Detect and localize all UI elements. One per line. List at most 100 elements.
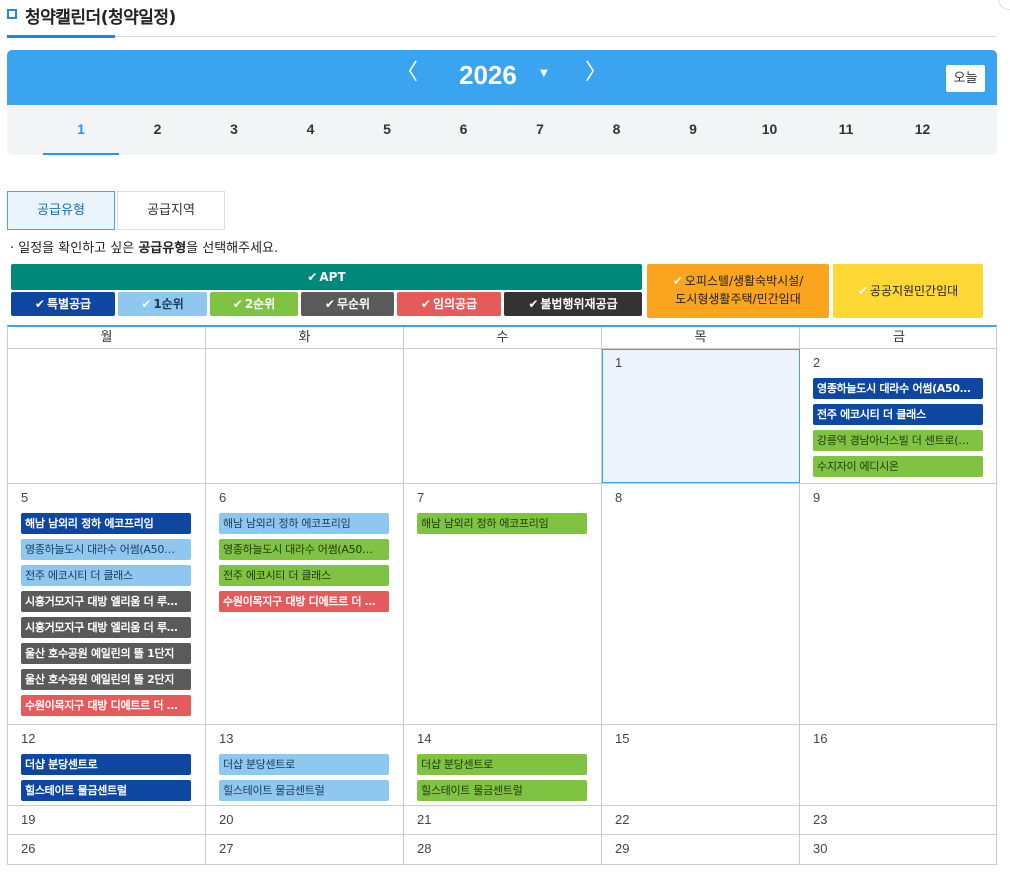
calendar-event[interactable]: 강릉역 경남아너스빌 더 센트로(…	[813, 430, 983, 451]
calendar-week: 12 더샵 분당센트로 힐스테이트 물금센트럴 13 더샵 분당센트로 힐스테이트 물금센…	[8, 725, 996, 806]
prev-year-arrow-icon[interactable]: 〈	[392, 58, 422, 90]
month-tab-8[interactable]: 8	[579, 105, 655, 155]
weekday-header: 월	[8, 327, 206, 348]
calendar-day[interactable]: 19	[8, 806, 206, 834]
calendar-event[interactable]: 전주 에코시티 더 클래스	[219, 565, 389, 586]
calendar-day[interactable]: 22	[602, 806, 800, 834]
calendar-day[interactable]: 21	[404, 806, 602, 834]
calendar-day[interactable]: 23	[800, 806, 998, 834]
day-number: 21	[417, 812, 432, 827]
day-number: 27	[219, 841, 234, 856]
calendar-day[interactable]	[206, 349, 404, 483]
calendar-day[interactable]: 12 더샵 분당센트로 힐스테이트 물금센트럴	[8, 725, 206, 805]
calendar-day[interactable]: 2 영종하늘도시 대라수 어썸(A50… 전주 에코시티 더 클래스 강릉역 경남아너…	[800, 349, 998, 483]
calendar-day[interactable]: 15	[602, 725, 800, 805]
calendar-event[interactable]: 울산 호수공원 예일린의 뜰 1단지	[21, 643, 191, 664]
calendar-event[interactable]: 더샵 분당센트로	[21, 754, 191, 775]
calendar-day[interactable]: 29	[602, 835, 800, 864]
day-number: 14	[417, 731, 432, 746]
filter-first[interactable]: ✔ 1순위	[118, 292, 207, 316]
filter-apt[interactable]: ✔ APT	[11, 264, 642, 290]
calendar-day[interactable]: 1	[602, 349, 800, 483]
check-icon: ✔	[307, 270, 318, 284]
calendar-event[interactable]: 전주 에코시티 더 클래스	[21, 565, 191, 586]
month-tab-7[interactable]: 7	[502, 105, 578, 155]
day-number: 7	[417, 490, 425, 505]
filter-second[interactable]: ✔ 2순위	[210, 292, 298, 316]
day-number: 29	[615, 841, 630, 856]
calendar-day[interactable]: 6 해남 남외리 정하 에코프리임 영종하늘도시 대라수 어썸(A50… 전주 에코시…	[206, 484, 404, 724]
calendar-event[interactable]: 전주 에코시티 더 클래스	[813, 404, 983, 425]
calendar-event[interactable]: 힐스테이트 물금센트럴	[219, 780, 389, 801]
calendar-day[interactable]: 27	[206, 835, 404, 864]
calendar-body: 1 2 영종하늘도시 대라수 어썸(A50… 전주 에코시티 더 클래스 강릉역 경남아…	[8, 349, 996, 864]
check-icon: ✔	[34, 297, 45, 311]
tab-supply-type[interactable]: 공급유형	[7, 191, 115, 230]
calendar-event[interactable]: 더샵 분당센트로	[417, 754, 587, 775]
day-number: 22	[615, 812, 630, 827]
month-tab-9[interactable]: 9	[655, 105, 731, 155]
calendar-day[interactable]: 7 해남 남외리 정하 에코프리임	[404, 484, 602, 724]
calendar-event[interactable]: 울산 호수공원 예일린의 뜰 2단지	[21, 669, 191, 690]
calendar-day[interactable]: 14 더샵 분당센트로힐스테이트 물금센트럴	[404, 725, 602, 805]
year-select[interactable]: 2026 ▼	[453, 58, 563, 94]
calendar-day[interactable]: 28	[404, 835, 602, 864]
filter-random[interactable]: ✔ 임의공급	[397, 292, 501, 316]
calendar-day[interactable]: 20	[206, 806, 404, 834]
calendar-event[interactable]: 해남 남외리 정하 에코프리임	[219, 513, 389, 534]
calendar-day[interactable]: 8	[602, 484, 800, 724]
day-number: 16	[813, 731, 828, 746]
calendar-day[interactable]: 13 더샵 분당센트로 힐스테이트 물금센트럴	[206, 725, 404, 805]
calendar-event[interactable]: 수지자이 에디시온	[813, 456, 983, 477]
calendar-day[interactable]: 5 해남 남외리 정하 에코프리임영종하늘도시 대라수 어썸(A50… 전주 에코시…	[8, 484, 206, 724]
calendar-event[interactable]: 시흥거모지구 대방 엘리움 더 루…	[21, 617, 191, 638]
calendar-day[interactable]: 30	[800, 835, 998, 864]
month-tab-2[interactable]: 2	[120, 105, 196, 155]
month-tab-11[interactable]: 11	[808, 105, 884, 155]
filter-special[interactable]: ✔ 특별공급	[11, 292, 115, 316]
calendar-event[interactable]: 해남 남외리 정하 에코프리임	[21, 513, 191, 534]
month-tab-6[interactable]: 6	[426, 105, 502, 155]
day-number: 5	[21, 490, 29, 505]
day-number: 26	[21, 841, 36, 856]
filter-none[interactable]: ✔ 무순위	[301, 292, 394, 316]
day-number: 23	[813, 812, 828, 827]
calendar-event[interactable]: 힐스테이트 물금센트럴	[417, 780, 587, 801]
caret-down-icon: ▼	[540, 68, 548, 79]
calendar-day[interactable]	[8, 349, 206, 483]
check-icon: ✔	[141, 297, 152, 311]
calendar-event[interactable]: 해남 남외리 정하 에코프리임	[417, 513, 587, 534]
calendar-event[interactable]: 힐스테이트 물금센트럴	[21, 780, 191, 801]
filter-officetel[interactable]: ✔ 오피스텔/생활숙박시설/ 도시형생활주택/민간임대	[647, 264, 829, 318]
month-tab-10[interactable]: 10	[732, 105, 808, 155]
calendar-event[interactable]: 수원이목지구 대방 디에트르 더 …	[219, 591, 389, 612]
calendar-event[interactable]: 더샵 분당센트로	[219, 754, 389, 775]
tab-supply-region[interactable]: 공급지역	[117, 191, 225, 230]
calendar-day[interactable]: 16	[800, 725, 998, 805]
scroll-top-icon[interactable]	[998, 0, 1010, 10]
square-bullet-icon	[7, 9, 17, 19]
day-number: 19	[21, 812, 36, 827]
calendar-day[interactable]: 9	[800, 484, 998, 724]
month-tab-1[interactable]: 1	[43, 105, 119, 155]
calendar-week: 19 20 21 22 23	[8, 806, 996, 835]
calendar-event[interactable]: 시흥거모지구 대방 엘리움 더 루…	[21, 591, 191, 612]
weekday-header: 목	[602, 327, 800, 348]
calendar-day[interactable]: 26	[8, 835, 206, 864]
day-number	[219, 355, 393, 373]
today-button[interactable]: 오늘	[946, 65, 985, 92]
month-tab-12[interactable]: 12	[885, 105, 961, 155]
calendar-day[interactable]	[404, 349, 602, 483]
month-bar: 1 2 3 4 5 6 7 8 9 10 11 12	[7, 105, 997, 155]
calendar-event[interactable]: 영종하늘도시 대라수 어썸(A50…	[21, 539, 191, 560]
filter-public[interactable]: ✔ 공공지원민간임대	[833, 264, 983, 318]
calendar-event[interactable]: 영종하늘도시 대라수 어썸(A50…	[219, 539, 389, 560]
filter-illegal[interactable]: ✔ 불법행위재공급	[504, 292, 642, 316]
month-tab-3[interactable]: 3	[196, 105, 272, 155]
next-year-arrow-icon[interactable]: 〉	[581, 58, 611, 90]
calendar-event[interactable]: 영종하늘도시 대라수 어썸(A50…	[813, 378, 983, 399]
calendar-event[interactable]: 수원이목지구 대방 디에트르 더 …	[21, 695, 191, 716]
month-tab-5[interactable]: 5	[349, 105, 425, 155]
day-number: 28	[417, 841, 432, 856]
month-tab-4[interactable]: 4	[273, 105, 349, 155]
